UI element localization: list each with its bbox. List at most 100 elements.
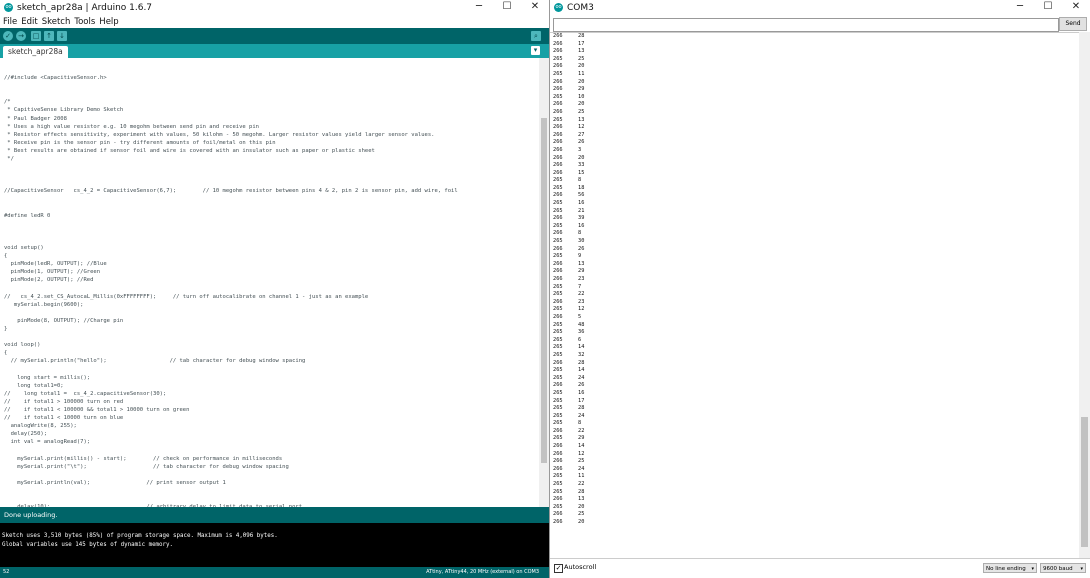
serial-value-2: 15 [578, 169, 585, 176]
serial-row: 265 36 [553, 329, 584, 337]
chevron-down-icon: ▾ [1031, 566, 1034, 572]
code-line: // long total1 = cs_4_2.capacitiveSensor… [4, 390, 167, 397]
serial-value-2: 28 [578, 405, 585, 412]
serial-value-2: 14 [578, 367, 585, 374]
serial-close-button[interactable]: ✕ [1062, 0, 1090, 15]
code-line: { [4, 350, 8, 357]
serial-value-2: 25 [578, 511, 585, 518]
line-ending-select[interactable]: No line ending ▾ [983, 563, 1037, 573]
serial-row: 265 28 [553, 405, 584, 413]
serial-value-2: 23 [578, 298, 585, 305]
code-line: /* [4, 99, 11, 106]
serial-value-2: 9 [578, 253, 582, 260]
serial-value-1: 266 [553, 519, 563, 525]
serial-row: 265 10 [553, 94, 584, 102]
autoscroll-checkbox[interactable]: ✓ [554, 564, 563, 573]
serial-value-1: 265 [553, 184, 563, 191]
code-line: long start = millis(); [4, 374, 91, 381]
serial-minimize-button[interactable]: ─ [1006, 0, 1034, 15]
serial-value-1: 265 [553, 397, 563, 404]
serial-value-2: 29 [578, 435, 585, 442]
baud-rate-value: 9600 baud [1043, 566, 1073, 572]
serial-row: 265 11 [553, 71, 584, 79]
code-line: mySerial.println(val); // print sensor o… [4, 479, 226, 486]
serial-row: 265 9 [553, 253, 584, 261]
code-line: * Resistor effects sensitivity, experime… [4, 131, 435, 138]
tab-menu-button[interactable]: ▾ [531, 46, 540, 55]
editor-scrollbar[interactable] [539, 58, 549, 507]
code-line: mySerial.print("\t"); // tab character f… [4, 463, 289, 470]
save-sketch-button[interactable]: ↓ [57, 31, 67, 41]
code-line: { [4, 253, 8, 260]
arduino-logo-icon: oo [554, 3, 563, 12]
editor-scrollbar-thumb[interactable] [541, 118, 547, 463]
serial-output[interactable]: 266 28 266 17 266 13 265 25 266 20 265 11 266 20 266 29… [550, 32, 1079, 559]
serial-value-1: 265 [553, 321, 563, 328]
serial-value-1: 265 [553, 420, 563, 427]
serial-row: 266 22 [553, 428, 584, 436]
serial-maximize-button[interactable]: ☐ [1034, 0, 1062, 15]
upload-button[interactable]: → [16, 31, 26, 41]
serial-value-2: 11 [578, 473, 585, 480]
serial-value-1: 265 [553, 503, 563, 510]
ide-maximize-button[interactable]: ☐ [493, 0, 521, 15]
serial-row: 265 29 [553, 435, 584, 443]
serial-value-1: 266 [553, 33, 563, 39]
serial-value-2: 7 [578, 283, 582, 290]
serial-row: 265 12 [553, 306, 584, 314]
menu-sketch[interactable]: Sketch [42, 17, 71, 27]
code-editor[interactable]: //#include <CapacitiveSensor.h> /* * Capi… [0, 58, 539, 507]
serial-scrollbar-thumb[interactable] [1081, 417, 1088, 547]
serial-value-2: 20 [578, 503, 585, 510]
serial-value-2: 26 [578, 245, 585, 252]
serial-value-1: 266 [553, 511, 563, 518]
menu-tools[interactable]: Tools [74, 17, 95, 27]
serial-value-2: 21 [578, 207, 585, 214]
serial-value-2: 6 [578, 336, 582, 343]
serial-value-1: 265 [553, 207, 563, 214]
serial-value-1: 266 [553, 146, 563, 153]
serial-value-2: 36 [578, 329, 585, 336]
menu-help[interactable]: Help [99, 17, 118, 27]
serial-value-1: 265 [553, 473, 563, 480]
serial-scrollbar[interactable] [1079, 32, 1090, 558]
serial-value-1: 265 [553, 389, 563, 396]
serial-value-2: 16 [578, 389, 585, 396]
serial-monitor-window: oo COM3 ─ ☐ ✕ Send 266 28 266 17 266 13 265 25 2… [549, 0, 1090, 578]
ide-close-button[interactable]: ✕ [521, 0, 549, 15]
serial-value-1: 266 [553, 101, 563, 108]
serial-value-1: 265 [553, 405, 563, 412]
serial-row: 266 26 [553, 246, 584, 254]
serial-row: 265 22 [553, 481, 584, 489]
serial-row: 265 24 [553, 413, 584, 421]
ide-title-bar: oo sketch_apr28a | Arduino 1.6.7 ─ ☐ ✕ [0, 0, 549, 15]
serial-value-1: 266 [553, 40, 563, 47]
serial-value-2: 22 [578, 291, 585, 298]
serial-input[interactable] [553, 18, 1059, 32]
baud-rate-select[interactable]: 9600 baud ▾ [1040, 563, 1086, 573]
new-sketch-button[interactable]: □ [31, 31, 41, 41]
arduino-ide-window: oo sketch_apr28a | Arduino 1.6.7 ─ ☐ ✕ F… [0, 0, 549, 578]
serial-value-2: 20 [578, 101, 585, 108]
serial-value-1: 265 [553, 253, 563, 260]
code-line: * Paul Badger 2008 [4, 115, 67, 122]
open-sketch-button[interactable]: ↑ [44, 31, 54, 41]
code-line: pinMode(2, OUTPUT); //Red [4, 277, 94, 284]
menu-file[interactable]: File [3, 17, 17, 27]
sketch-tab[interactable]: sketch_apr28a [3, 46, 68, 58]
serial-value-1: 265 [553, 344, 563, 351]
serial-monitor-button[interactable]: ⌕ [531, 31, 541, 41]
serial-row: 265 17 [553, 398, 584, 406]
verify-button[interactable]: ✓ [3, 31, 13, 41]
ide-minimize-button[interactable]: ─ [465, 0, 493, 15]
serial-value-1: 265 [553, 291, 563, 298]
menu-edit[interactable]: Edit [21, 17, 37, 27]
send-button[interactable]: Send [1059, 17, 1087, 31]
serial-value-1: 265 [553, 329, 563, 336]
